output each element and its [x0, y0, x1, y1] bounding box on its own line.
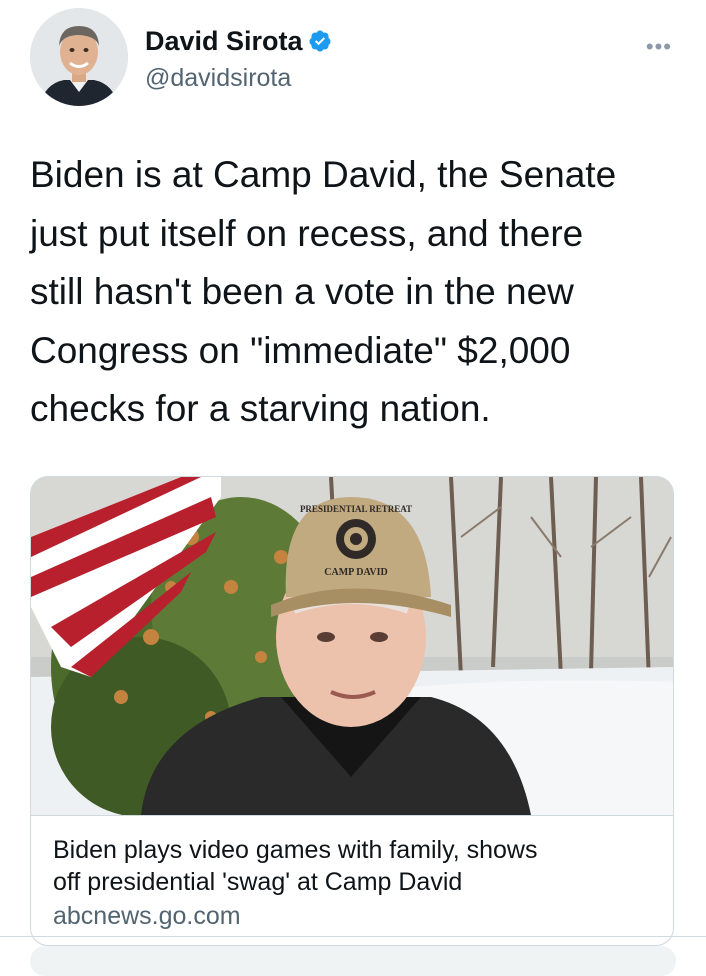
card-title: Biden plays video games with family, sho… — [53, 834, 653, 898]
tweet-text: Biden is at Camp David, the Senate just … — [30, 146, 680, 439]
author-avatar[interactable] — [30, 8, 128, 106]
card-body: Biden plays video games with family, sho… — [31, 815, 673, 945]
author-name-row: David Sirota — [145, 24, 332, 58]
tweet-text-line: just put itself on recess, and there — [30, 212, 584, 254]
cap-text-top: PRESIDENTIAL RETREAT — [300, 504, 412, 514]
tweet-text-line: Congress on "immediate" $2,000 — [30, 329, 571, 371]
card-title-line: Biden plays video games with family, sho… — [53, 836, 538, 864]
author-name[interactable]: David Sirota — [145, 26, 303, 57]
card-domain: abcnews.go.com — [53, 902, 241, 930]
next-element-stub — [30, 946, 676, 976]
card-photo: PRESIDENTIAL RETREAT CAMP DAVID — [31, 477, 673, 815]
cap-text-bottom: CAMP DAVID — [324, 567, 387, 578]
author-block[interactable]: David Sirota @davidsirota — [145, 24, 332, 93]
verified-badge-icon — [309, 30, 331, 52]
tweet-text-line: Biden is at Camp David, the Senate — [30, 154, 617, 195]
card-title-line: off presidential 'swag' at Camp David — [53, 868, 463, 896]
divider — [0, 936, 706, 937]
tweet-text-line: checks for a starving nation. — [30, 388, 491, 429]
tweet-text-line: still hasn't been a vote in the new — [30, 271, 574, 312]
link-preview-card[interactable]: PRESIDENTIAL RETREAT CAMP DAVID Biden pl… — [30, 476, 674, 946]
avatar-portrait — [30, 8, 128, 106]
more-horizontal-icon[interactable]: ••• — [646, 34, 672, 60]
author-handle[interactable]: @davidsirota — [145, 64, 332, 93]
